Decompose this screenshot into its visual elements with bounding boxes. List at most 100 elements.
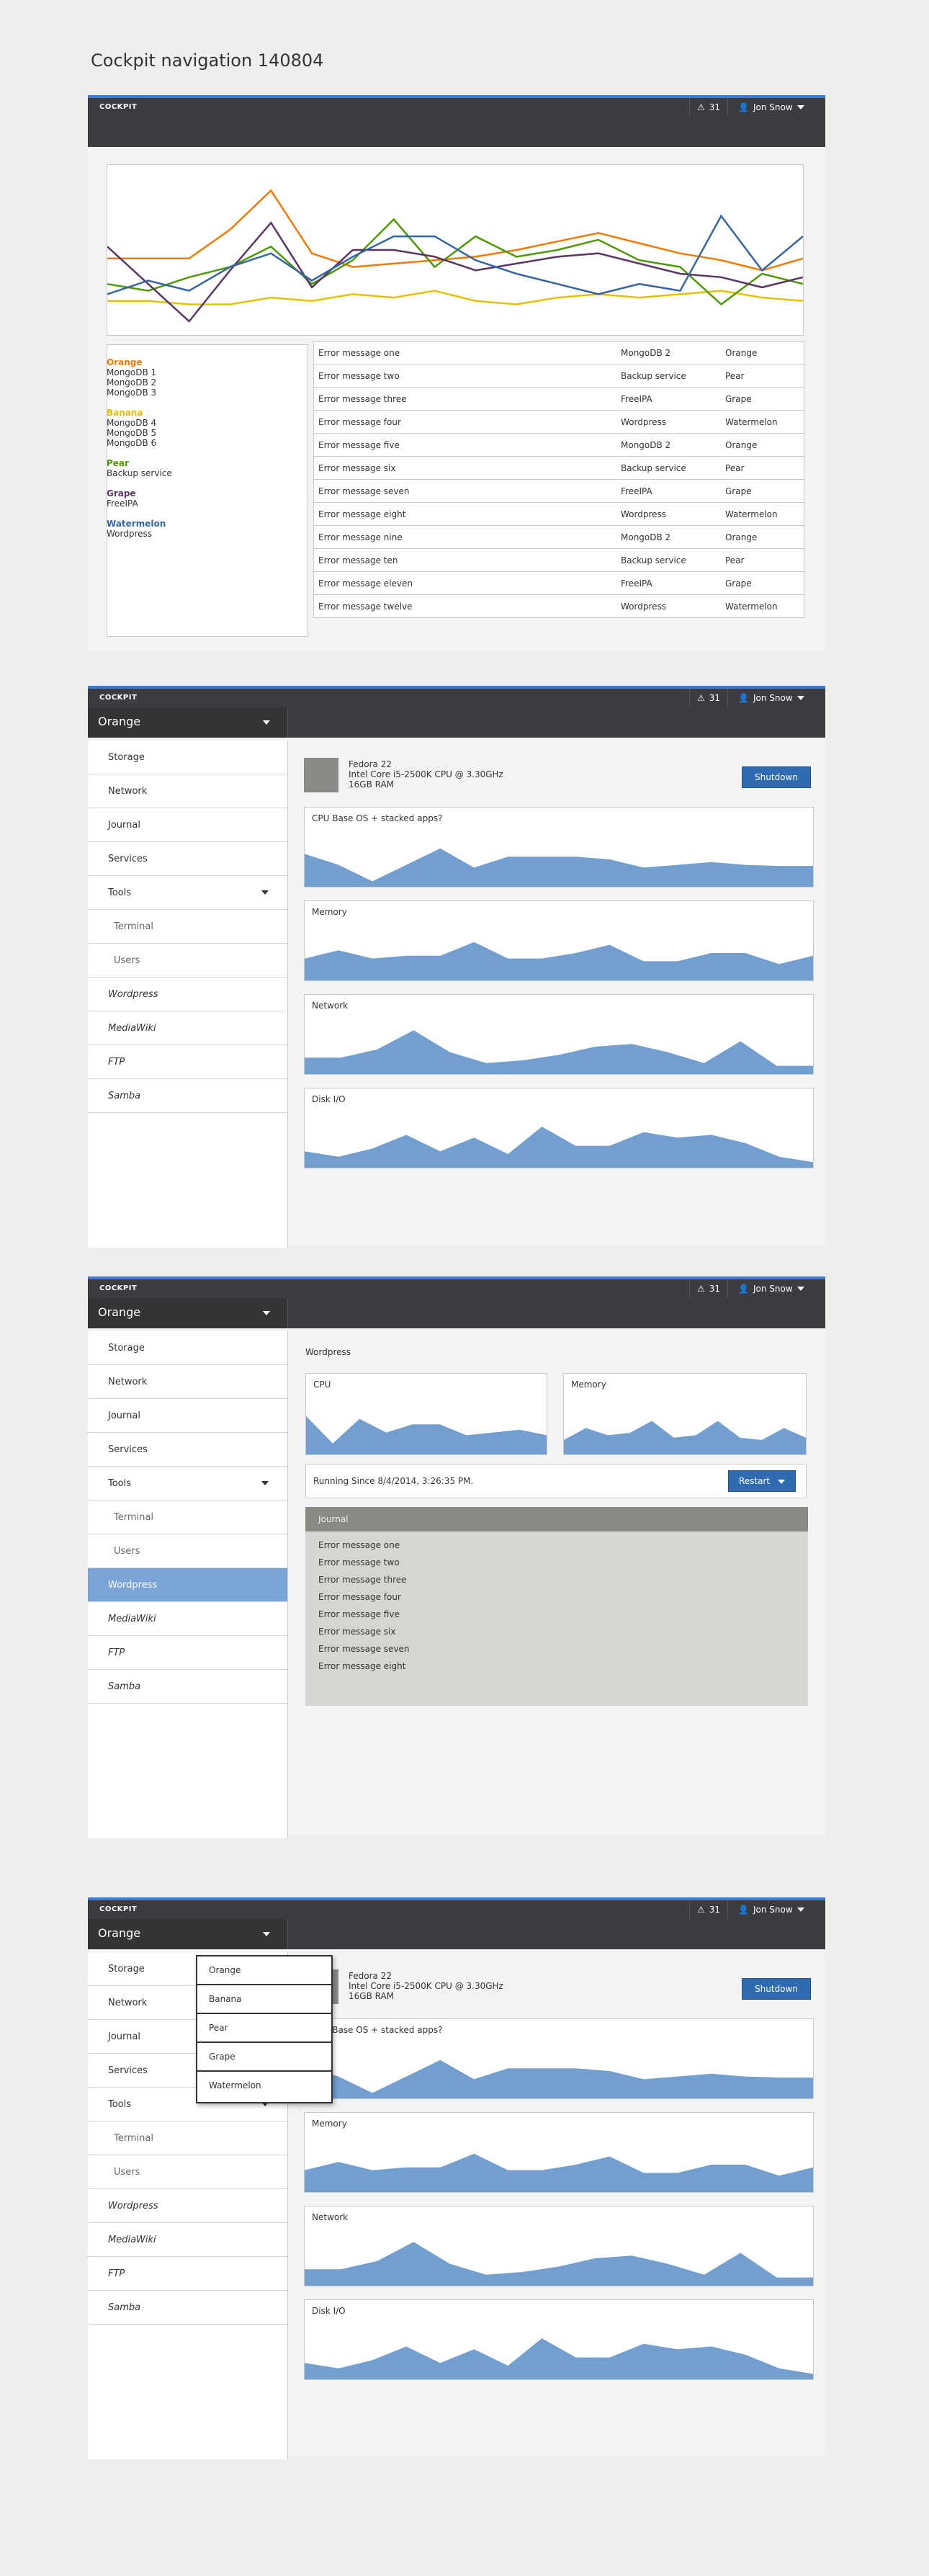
user-icon: 👤 bbox=[738, 693, 749, 703]
dropdown-option-watermelon[interactable]: Watermelon bbox=[197, 2072, 331, 2101]
disk-chart-label: Disk I/O bbox=[312, 1094, 346, 1104]
alert-count: 31 bbox=[709, 1284, 720, 1294]
user-menu[interactable]: 👤 Jon Snow bbox=[727, 1279, 825, 1298]
disk-area bbox=[305, 1127, 813, 1168]
legend-item: MongoDB 3 bbox=[107, 388, 157, 398]
machine-selector[interactable]: Orange bbox=[88, 707, 288, 738]
sidebar-item-services[interactable]: Services bbox=[88, 842, 287, 876]
table-row[interactable]: Error message twelve Wordpress Watermelon bbox=[313, 595, 804, 618]
sidebar-item-network[interactable]: Network bbox=[88, 1365, 287, 1399]
sidebar-item-users[interactable]: Users bbox=[88, 1534, 287, 1568]
user-menu[interactable]: 👤 Jon Snow bbox=[727, 1900, 825, 1919]
shutdown-button[interactable]: Shutdown bbox=[742, 766, 811, 788]
sidebar-item-samba[interactable]: Samba bbox=[88, 2291, 287, 2325]
running-since: Running Since 8/4/2014, 3:26:35 PM. bbox=[313, 1476, 474, 1486]
table-cell: Wordpress bbox=[621, 416, 667, 427]
sidebar-item-ftp[interactable]: FTP bbox=[88, 1045, 287, 1079]
legend-title: Pear bbox=[107, 458, 129, 468]
sidebar-item-samba[interactable]: Samba bbox=[88, 1670, 287, 1704]
sidebar-item-mediawiki[interactable]: MediaWiki bbox=[88, 1011, 287, 1045]
table-row[interactable]: Error message nine MongoDB 2 Orange bbox=[313, 526, 804, 549]
sidebar-item-label: Samba bbox=[108, 1681, 141, 1692]
error-table: Error message one MongoDB 2 Orange Error me… bbox=[313, 341, 804, 618]
table-row[interactable]: Error message two Backup service Pear bbox=[313, 365, 804, 388]
journal-line: Error message one bbox=[318, 1540, 400, 1550]
sidebar-item-users[interactable]: Users bbox=[88, 944, 287, 978]
sidebar-item-label: MediaWiki bbox=[108, 2235, 156, 2245]
sidebar-item-wordpress[interactable]: Wordpress bbox=[88, 1568, 287, 1602]
table-row[interactable]: Error message eleven FreeIPA Grape bbox=[313, 572, 804, 595]
table-row[interactable]: Error message four Wordpress Watermelon bbox=[313, 411, 804, 434]
dropdown-option-banana[interactable]: Banana bbox=[197, 1985, 331, 2014]
sidebar-item-terminal[interactable]: Terminal bbox=[88, 1501, 287, 1534]
table-row[interactable]: Error message six Backup service Pear bbox=[313, 457, 804, 480]
table-cell: Grape bbox=[725, 486, 752, 496]
legend-title: Watermelon bbox=[107, 519, 166, 529]
area-fill bbox=[305, 1030, 813, 1074]
machine-selector[interactable]: Orange bbox=[88, 1919, 288, 1949]
sidebar-item-journal[interactable]: Journal bbox=[88, 1399, 287, 1433]
sidebar-item-ftp[interactable]: FTP bbox=[88, 1636, 287, 1670]
table-row[interactable]: Error message one MongoDB 2 Orange bbox=[313, 341, 804, 365]
dropdown-option-pear[interactable]: Pear bbox=[197, 2014, 331, 2043]
table-row[interactable]: Error message five MongoDB 2 Orange bbox=[313, 434, 804, 457]
sidebar-item-wordpress[interactable]: Wordpress bbox=[88, 2189, 287, 2223]
table-row[interactable]: Error message ten Backup service Pear bbox=[313, 549, 804, 572]
alerts-button[interactable]: ⚠ 31 bbox=[688, 98, 727, 117]
sidebar-item-label: Journal bbox=[108, 1410, 140, 1421]
sidebar-item-tools[interactable]: Tools bbox=[88, 1467, 287, 1501]
alerts-button[interactable]: ⚠ 31 bbox=[688, 689, 727, 707]
sidebar-item-tools[interactable]: Tools bbox=[88, 876, 287, 910]
sidebar-item-services[interactable]: Services bbox=[88, 1433, 287, 1467]
sidebar-item-terminal[interactable]: Terminal bbox=[88, 910, 287, 944]
table-row[interactable]: Error message three FreeIPA Grape bbox=[313, 388, 804, 411]
disk-chart: Disk I/O bbox=[304, 2299, 814, 2380]
sidebar-item-terminal[interactable]: Terminal bbox=[88, 2121, 287, 2155]
sidebar-item-label: Terminal bbox=[114, 1512, 153, 1523]
sidebar-item-mediawiki[interactable]: MediaWiki bbox=[88, 2223, 287, 2257]
table-row[interactable]: Error message seven FreeIPA Grape bbox=[313, 480, 804, 503]
table-cell: Orange bbox=[725, 348, 758, 358]
shutdown-button[interactable]: Shutdown bbox=[742, 1978, 811, 2000]
table-cell: Backup service bbox=[621, 370, 686, 381]
area-fill bbox=[306, 1416, 547, 1454]
sidebar-item-storage[interactable]: Storage bbox=[88, 1331, 287, 1365]
sidebar-item-storage[interactable]: Storage bbox=[88, 741, 287, 774]
journal-header: Journal bbox=[305, 1507, 808, 1531]
alert-count: 31 bbox=[709, 693, 720, 703]
journal-line: Error message eight bbox=[318, 1661, 406, 1671]
sidebar-item-label: Services bbox=[108, 854, 148, 864]
caret-down-icon bbox=[263, 1311, 270, 1315]
table-cell: Watermelon bbox=[725, 601, 778, 612]
warning-icon: ⚠ bbox=[696, 1284, 705, 1294]
dropdown-option-orange[interactable]: Orange bbox=[197, 1956, 331, 1985]
table-row[interactable]: Error message eight Wordpress Watermelon bbox=[313, 503, 804, 526]
sidebar-item-wordpress[interactable]: Wordpress bbox=[88, 978, 287, 1011]
table-cell: Error message five bbox=[318, 439, 400, 450]
legend-title: Banana bbox=[107, 408, 143, 418]
restart-button[interactable]: Restart bbox=[728, 1470, 796, 1492]
sidebar-item-mediawiki[interactable]: MediaWiki bbox=[88, 1602, 287, 1636]
sidebar-item-network[interactable]: Network bbox=[88, 774, 287, 808]
legend-title: Orange bbox=[107, 357, 143, 367]
dropdown-option-grape[interactable]: Grape bbox=[197, 2043, 331, 2072]
network-chart-label: Network bbox=[312, 2212, 349, 2222]
area-fill bbox=[305, 2338, 813, 2379]
alerts-button[interactable]: ⚠ 31 bbox=[688, 1900, 727, 1919]
service-mock: COCKPIT ⚠ 31 👤 Jon Snow Orange Storage Netw… bbox=[88, 1276, 825, 1838]
alerts-button[interactable]: ⚠ 31 bbox=[688, 1279, 727, 1298]
sidebar-item-ftp[interactable]: FTP bbox=[88, 2257, 287, 2291]
machine-selector[interactable]: Orange bbox=[88, 1298, 288, 1328]
service-cpu-chart: CPU bbox=[305, 1373, 547, 1455]
sidebar-item-users[interactable]: Users bbox=[88, 2155, 287, 2189]
table-cell: Error message one bbox=[318, 348, 400, 358]
memory-area bbox=[305, 2153, 813, 2192]
memory-chart-label: Memory bbox=[312, 2119, 347, 2129]
user-menu[interactable]: 👤 Jon Snow bbox=[727, 98, 825, 117]
network-chart: Network bbox=[304, 2206, 814, 2286]
sidebar-item-label: FTP bbox=[108, 2268, 125, 2279]
host-overview-mock: COCKPIT ⚠ 31 👤 Jon Snow Orange Storage Netw… bbox=[88, 686, 825, 1248]
sidebar-item-journal[interactable]: Journal bbox=[88, 808, 287, 842]
user-menu[interactable]: 👤 Jon Snow bbox=[727, 689, 825, 707]
sidebar-item-samba[interactable]: Samba bbox=[88, 1079, 287, 1113]
